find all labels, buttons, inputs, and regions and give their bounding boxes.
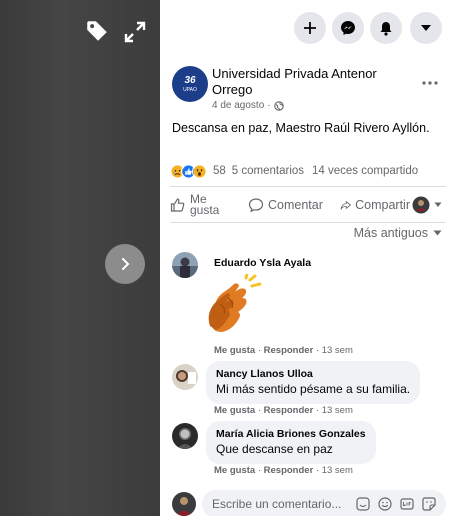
comment-time[interactable]: 13 sem	[322, 345, 353, 356]
chevron-right-icon	[122, 258, 130, 270]
account-menu-button[interactable]	[410, 12, 442, 44]
messenger-icon	[341, 21, 355, 35]
comment-label: Comentar	[268, 198, 323, 212]
meta-separator: ·	[313, 405, 322, 416]
comment-reply-link[interactable]: Responder	[264, 345, 314, 356]
commenter-avatar[interactable]	[172, 423, 198, 449]
comment-time[interactable]: 13 sem	[322, 405, 353, 416]
comment-reply-link[interactable]: Responder	[264, 465, 314, 476]
reactions-summary: 58 5 comentarios 14 veces compartido	[170, 161, 448, 181]
meta-separator: ·	[255, 465, 264, 476]
comment-author[interactable]: Nancy Llanos Ulloa	[216, 367, 410, 381]
commenter-avatar[interactable]	[172, 252, 198, 278]
avatar-photo	[172, 252, 198, 278]
comment-icon	[248, 198, 264, 213]
comment-meta: Me gusta · Responder · 13 sem	[214, 345, 353, 356]
gif-icon[interactable]	[398, 495, 416, 513]
plus-icon	[304, 22, 316, 34]
commenter-avatar[interactable]	[172, 364, 198, 390]
notifications-button[interactable]	[370, 12, 402, 44]
comment-meta: Me gusta · Responder · 13 sem	[214, 405, 353, 416]
avatar-photo	[172, 364, 198, 390]
expand-icon[interactable]	[123, 20, 147, 44]
comment-field[interactable]	[202, 490, 446, 516]
caret-down-icon	[433, 230, 442, 236]
photo-viewer	[0, 0, 160, 516]
shares-count-link[interactable]: 14 veces compartido	[312, 165, 418, 177]
comment-button[interactable]: Comentar	[248, 197, 340, 213]
comment-author[interactable]: María Alicia Briones Gonzales	[216, 427, 366, 441]
share-as-selector[interactable]	[412, 196, 442, 214]
comment-bubble: María Alicia Briones Gonzales Que descan…	[206, 421, 376, 464]
comment-meta: Me gusta · Responder · 13 sem	[214, 465, 353, 476]
next-photo-button[interactable]	[105, 244, 145, 284]
page-avatar[interactable]: 36 UPAO	[172, 66, 208, 102]
comment-composer	[172, 490, 446, 516]
comment-author[interactable]: Eduardo Ysla Ayala	[214, 257, 311, 269]
comment-item: María Alicia Briones Gonzales Que descan…	[172, 421, 446, 481]
comment-reply-link[interactable]: Responder	[264, 405, 314, 416]
messenger-button[interactable]	[332, 12, 364, 44]
more-icon	[422, 81, 438, 85]
top-navigation	[160, 0, 452, 56]
avatar-logo-text: UPAO	[183, 86, 197, 93]
avatar-logo-number: 36	[184, 74, 196, 86]
post-header: 36 UPAO Universidad Privada Antenor Orre…	[170, 62, 444, 118]
post-pane: 36 UPAO Universidad Privada Antenor Orre…	[160, 0, 452, 516]
avatar-photo	[172, 423, 198, 449]
sort-label: Más antiguos	[353, 226, 428, 240]
comments-count-link[interactable]: 5 comentarios	[232, 165, 304, 177]
meta-separator: ·	[255, 405, 264, 416]
share-button[interactable]: Compartir	[340, 197, 410, 213]
bell-icon	[380, 21, 392, 36]
meta-separator: ·	[267, 100, 271, 111]
clapping-hands-sticker	[208, 274, 262, 332]
meta-separator: ·	[255, 345, 264, 356]
user-avatar-icon	[412, 196, 430, 214]
caret-down-icon	[421, 25, 431, 31]
comment-item: Eduardo Ysla Ayala Me gusta · Responder …	[172, 252, 446, 362]
post-actions: Me gusta Comentar Compartir	[170, 190, 446, 220]
comment-text: Mi más sentido pésame a su familia.	[216, 382, 411, 396]
divider-top	[170, 186, 446, 187]
reaction-icons[interactable]	[170, 163, 207, 179]
comment-like-link[interactable]: Me gusta	[214, 465, 255, 476]
meta-separator: ·	[313, 465, 322, 476]
page-name-link[interactable]: Universidad Privada Antenor Orrego	[212, 66, 402, 98]
like-label-line2: gusta	[190, 203, 220, 217]
thumbs-up-icon	[170, 198, 185, 212]
more-options-button[interactable]	[422, 72, 438, 88]
comment-item: Nancy Llanos Ulloa Mi más sentido pésame…	[172, 361, 446, 417]
comment-input[interactable]	[212, 497, 350, 511]
tag-icon[interactable]	[84, 18, 110, 44]
comment-bubble: Nancy Llanos Ulloa Mi más sentido pésame…	[206, 361, 421, 404]
comment-time[interactable]: 13 sem	[322, 465, 353, 476]
reaction-count[interactable]: 58	[213, 165, 226, 177]
like-label: Me gusta	[190, 193, 220, 217]
post-meta: 4 de agosto ·	[212, 100, 284, 111]
current-user-avatar[interactable]	[172, 492, 196, 516]
share-icon	[340, 201, 351, 210]
sticker-smile-icon[interactable]	[420, 495, 438, 513]
viewer-topbar	[0, 0, 160, 60]
divider-bottom	[170, 222, 446, 223]
comment-sort-dropdown[interactable]: Más antiguos	[354, 226, 442, 240]
emoji-icon[interactable]	[376, 495, 394, 513]
comment-text: Que descanse en paz	[216, 442, 333, 456]
globe-icon	[273, 100, 284, 111]
like-button[interactable]: Me gusta	[170, 193, 248, 217]
post-text: Descansa en paz, Maestro Raúl Rivero Ayl…	[172, 121, 430, 135]
comment-like-link[interactable]: Me gusta	[214, 405, 255, 416]
caret-down-icon	[434, 202, 442, 207]
comment-like-link[interactable]: Me gusta	[214, 345, 255, 356]
sticker-icon[interactable]	[354, 495, 372, 513]
wow-reaction-icon	[192, 163, 207, 179]
meta-separator: ·	[313, 345, 322, 356]
share-label: Compartir	[355, 198, 410, 212]
avatar-photo	[172, 492, 196, 516]
create-button[interactable]	[294, 12, 326, 44]
post-date[interactable]: 4 de agosto	[212, 100, 264, 111]
